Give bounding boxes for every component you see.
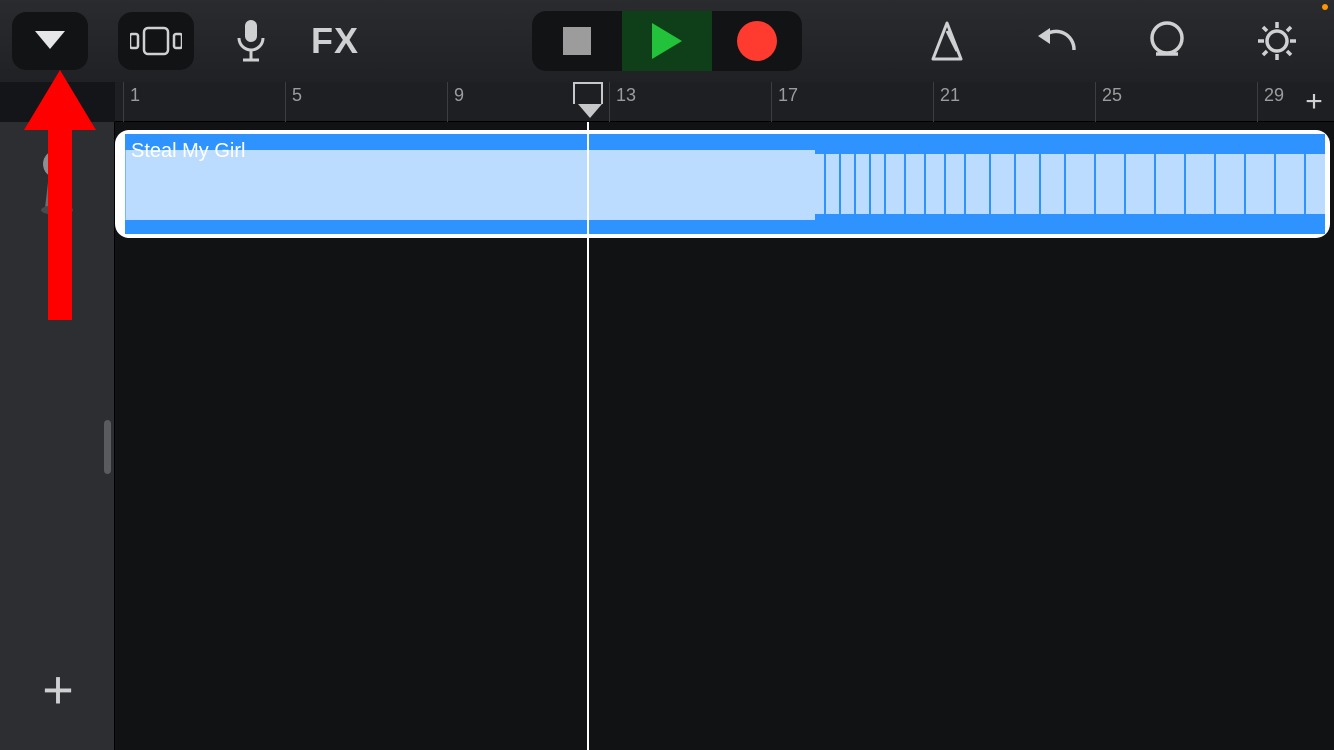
track-area: + <box>0 122 1334 750</box>
metronome-icon <box>927 21 967 61</box>
microphone-icon <box>236 20 266 62</box>
undo-button[interactable] <box>1030 14 1084 68</box>
transport <box>532 11 802 71</box>
play-icon <box>652 23 682 59</box>
status-dot <box>1322 4 1328 10</box>
metronome-button[interactable] <box>920 14 974 68</box>
track-view-icon <box>130 26 182 56</box>
gear-icon <box>1256 20 1298 62</box>
add-track-button[interactable]: + <box>28 660 88 720</box>
dropdown-triangle-icon <box>35 31 65 51</box>
fx-label: FX <box>311 20 359 62</box>
ruler-tick: 29 <box>1257 82 1284 122</box>
ruler-tick: 25 <box>1095 82 1122 122</box>
view-dropdown-button[interactable] <box>12 12 88 70</box>
record-icon <box>737 21 777 61</box>
ruler-tick: 9 <box>447 82 464 122</box>
stop-button[interactable] <box>532 11 622 71</box>
playhead-marker-icon <box>573 82 603 104</box>
microphone-button[interactable] <box>224 14 278 68</box>
waveform-detail <box>815 134 1325 234</box>
tracks-canvas[interactable]: Steal My Girl <box>115 122 1334 750</box>
ruler-tick: 1 <box>123 82 140 122</box>
fx-button[interactable]: FX <box>308 14 362 68</box>
record-button[interactable] <box>712 11 802 71</box>
settings-button[interactable] <box>1250 14 1304 68</box>
ruler-tick: 5 <box>285 82 302 122</box>
stop-icon <box>563 27 591 55</box>
playhead[interactable] <box>587 122 589 750</box>
ruler-tick: 17 <box>771 82 798 122</box>
track-view-button[interactable] <box>118 12 194 70</box>
play-button[interactable] <box>622 11 712 71</box>
vertical-scroll-handle[interactable] <box>104 420 111 474</box>
loop-icon <box>1146 20 1188 62</box>
undo-icon <box>1034 24 1080 58</box>
ruler-tick: 21 <box>933 82 960 122</box>
audio-region[interactable]: Steal My Girl <box>115 130 1330 238</box>
timeline-ruler[interactable]: + 1 5 9 13 17 21 25 29 <box>115 82 1334 122</box>
loop-button[interactable] <box>1140 14 1194 68</box>
ruler-tick: 13 <box>609 82 636 122</box>
region-title: Steal My Girl <box>131 140 245 163</box>
add-section-button[interactable]: + <box>1298 86 1330 118</box>
toolbar: FX <box>0 0 1334 82</box>
annotation-arrow <box>20 70 100 330</box>
